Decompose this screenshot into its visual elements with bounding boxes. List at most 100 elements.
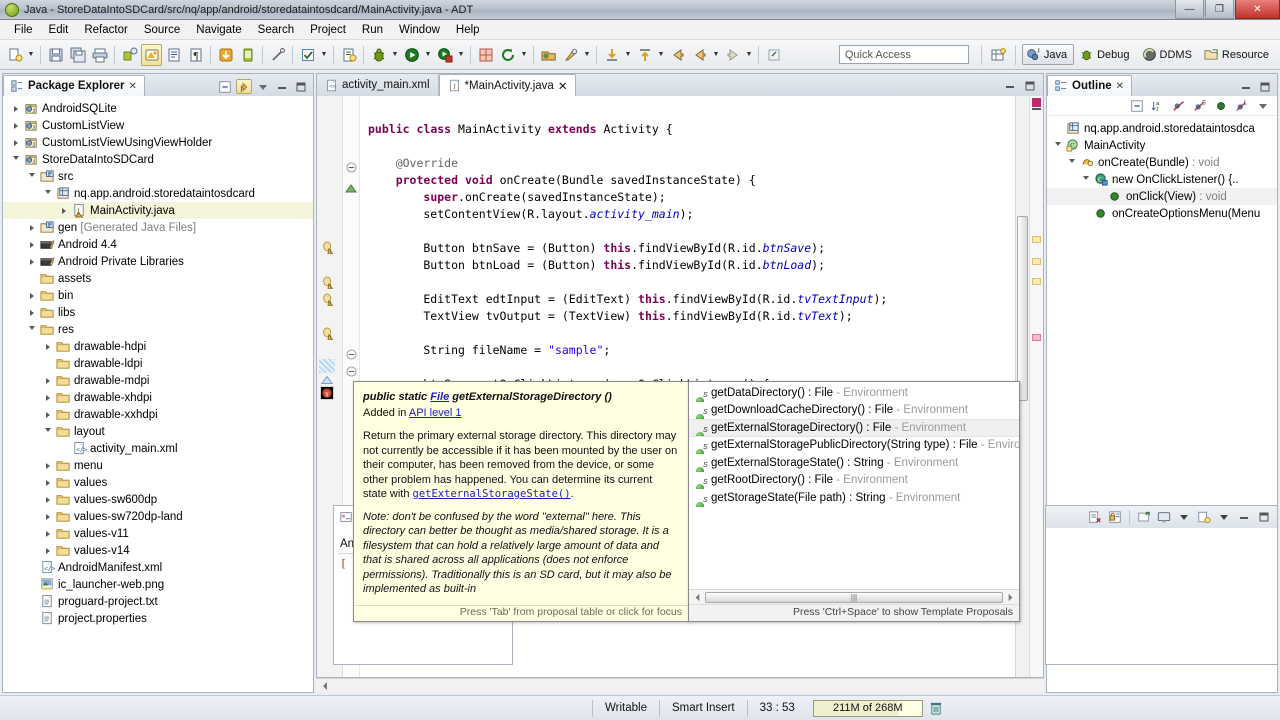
tree-item-assets[interactable]: assets [3,270,313,287]
check-dropdown-arrow[interactable]: ▼ [319,44,329,66]
proposal-item[interactable]: SgetExternalStorageDirectory() : File - … [689,419,1019,437]
outline-item-mainactivity[interactable]: C MainActivity [1047,137,1277,154]
tree-item-android-private-libraries[interactable]: Android Private Libraries [3,253,313,270]
search-button[interactable] [560,44,581,66]
tree-item-values-v14[interactable]: values-v14 [3,542,313,559]
outline-item-oncreate-bundle[interactable]: onCreate(Bundle) : void [1047,154,1277,171]
open-console-dropdown-arrow[interactable] [1216,510,1232,525]
run-garbage-collector-button[interactable] [928,700,944,717]
tree-item-storedataintosdcard[interactable]: J StoreDataIntoSDCard [3,151,313,168]
content-assist-horizontal-scrollbar[interactable]: ||| [689,589,1019,604]
proposal-item[interactable]: SgetDownloadCacheDirectory() : File - En… [689,402,1019,419]
collapse-twisty[interactable] [41,513,55,520]
menu-help[interactable]: Help [448,22,488,38]
forward-dropdown-arrow[interactable]: ▼ [744,44,754,66]
tree-item-drawable-ldpi[interactable]: drawable-ldpi [3,355,313,372]
minimize-outline-button[interactable] [1238,79,1254,94]
clear-log-button[interactable] [1087,510,1103,525]
collapse-twisty[interactable] [41,530,55,537]
perspective-ddms[interactable]: DDMS [1138,44,1199,65]
run-dropdown-arrow[interactable]: ▼ [423,44,433,66]
view-menu-button[interactable] [255,79,271,94]
collapse-twisty[interactable] [25,224,39,231]
previous-annotation-button[interactable] [601,44,622,66]
tree-item-android-4-4[interactable]: Android 4.4 [3,236,313,253]
collapse-all-button[interactable] [1129,98,1145,113]
tree-item-activity-main-xml[interactable]: </> activity_main.xml [3,440,313,457]
collapse-twisty[interactable] [25,292,39,299]
new-android-project-button[interactable] [338,44,359,66]
print-button[interactable] [89,44,110,66]
package-explorer-tree[interactable]: J AndroidSQLite J CustomListView J CustomList… [3,96,313,692]
scrollbar-thumb[interactable]: ||| [705,591,1003,603]
outline-item-nq-app-android-storedataintosdca[interactable]: nq.app.android.storedataintosdca [1047,120,1277,137]
external-tools-dropdown-arrow[interactable]: ▼ [456,44,466,66]
collapse-twisty[interactable] [9,122,23,129]
javadoc-hover-popup[interactable]: public static File getExternalStorageDir… [353,381,689,622]
hide-fields-button[interactable] [1171,98,1187,113]
run-button[interactable] [401,44,422,66]
next-annotation-dropdown-arrow[interactable]: ▼ [656,44,666,66]
tree-item-values-sw720dp-land[interactable]: values-sw720dp-land [3,508,313,525]
sort-button[interactable]: az [1150,98,1166,113]
expand-twisty[interactable] [25,326,39,333]
javadoc-state-link[interactable]: getExternalStorageState() [413,488,571,500]
maximize-button[interactable]: ❐ [1205,0,1234,19]
outline-item-onclick-view[interactable]: onClick(View) : void [1047,188,1277,205]
android-sdk-manager-button[interactable] [119,44,140,66]
refresh-dropdown-arrow[interactable]: ▼ [519,44,529,66]
content-assist-popup[interactable]: SgetDataDirectory() : File - Environment… [688,381,1020,622]
minimize-editor-button[interactable] [1002,78,1018,93]
menu-project[interactable]: Project [302,22,354,38]
menu-window[interactable]: Window [391,22,448,38]
collapse-twisty[interactable] [41,479,55,486]
tree-item-drawable-xhdpi[interactable]: drawable-xhdpi [3,389,313,406]
search-dropdown-arrow[interactable]: ▼ [582,44,592,66]
hide-local-types-button[interactable]: L [1234,98,1250,113]
collapse-twisty[interactable] [41,394,55,401]
maximize-editor-button[interactable] [1022,78,1038,93]
public-members-icon[interactable] [1213,98,1229,113]
tree-item-androidmanifest-xml[interactable]: </> AndroidManifest.xml [3,559,313,576]
menu-search[interactable]: Search [250,22,302,38]
previous-annotation-dropdown-arrow[interactable]: ▼ [623,44,633,66]
tree-item-res[interactable]: res [3,321,313,338]
collapse-twisty[interactable] [41,496,55,503]
close-icon[interactable]: ✕ [129,81,137,92]
open-type-button[interactable] [163,44,184,66]
editor-tab-mainactivity-java[interactable]: J *MainActivity.java ✕ [438,74,577,96]
expand-twisty[interactable] [41,190,55,197]
tree-item-layout[interactable]: layout [3,423,313,440]
back-dropdown-arrow[interactable]: ▼ [711,44,721,66]
perspective-resource[interactable]: Resource [1200,44,1276,65]
outline-view-menu-button[interactable] [1255,98,1271,113]
collapse-twisty[interactable] [41,547,55,554]
tab-package-explorer[interactable]: Package Explorer ✕ [3,75,145,96]
tree-item-menu[interactable]: menu [3,457,313,474]
open-console-button[interactable] [1196,510,1212,525]
scrollbar-thumb[interactable] [1017,216,1028,401]
expand-twisty[interactable] [1079,176,1093,183]
close-button[interactable]: ✕ [1235,0,1280,19]
expand-twisty[interactable] [1065,159,1079,166]
close-icon[interactable]: ✕ [1116,81,1124,92]
tab-outline[interactable]: Outline ✕ [1047,75,1133,96]
tree-item-drawable-xxhdpi[interactable]: drawable-xxhdpi [3,406,313,423]
tree-item-bin[interactable]: bin [3,287,313,304]
tree-item-libs[interactable]: libs [3,304,313,321]
minimize-console-button[interactable] [1236,510,1252,525]
open-perspective-button[interactable] [988,44,1009,66]
collapse-all-button[interactable] [217,79,233,94]
open-resource-button[interactable] [538,44,559,66]
heap-status-indicator[interactable]: 211M of 268M [812,699,923,717]
toggle-mark-occurrences-button[interactable]: ¶ [185,44,206,66]
debug-button[interactable] [368,44,389,66]
expand-twisty[interactable] [1051,142,1065,149]
debug-dropdown-arrow[interactable]: ▼ [390,44,400,66]
maximize-console-button[interactable] [1256,510,1272,525]
back-button[interactable] [667,44,688,66]
quick-access-input[interactable]: Quick Access [838,45,969,64]
tree-item-proguard-project-txt[interactable]: proguard-project.txt [3,593,313,610]
new-dropdown-arrow[interactable]: ▼ [26,44,36,66]
tree-item-nq-app-android-storedataintosdcard[interactable]: nq.app.android.storedataintosdcard [3,185,313,202]
